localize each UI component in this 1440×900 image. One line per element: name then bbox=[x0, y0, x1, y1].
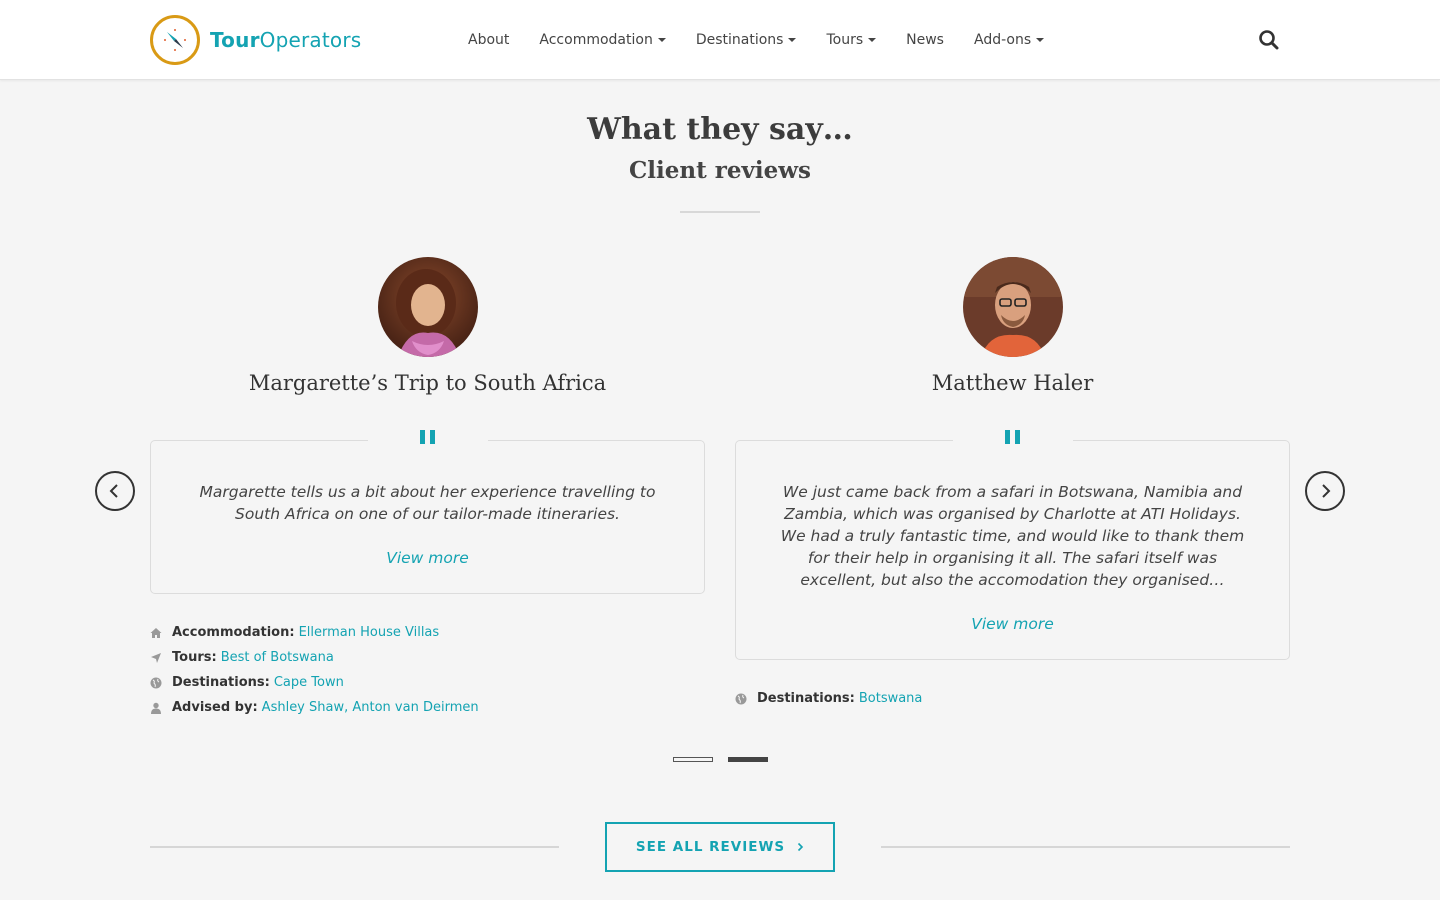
review-quote: Margarette tells us a bit about her expe… bbox=[199, 483, 656, 523]
caret-down-icon bbox=[868, 38, 877, 42]
review-meta: Destinations: Botswana bbox=[735, 686, 1290, 711]
nav-news[interactable]: News bbox=[906, 32, 944, 48]
compass-icon bbox=[150, 15, 200, 65]
carousel-dot-1[interactable] bbox=[673, 757, 713, 762]
site-logo[interactable]: TourOperators bbox=[150, 15, 361, 65]
divider bbox=[150, 846, 559, 848]
caret-down-icon bbox=[657, 38, 666, 42]
caret-down-icon bbox=[788, 38, 797, 42]
carousel-prev-button[interactable] bbox=[95, 471, 135, 511]
quote-icon bbox=[952, 427, 1073, 451]
section-subtitle: Client reviews bbox=[628, 157, 811, 184]
globe-icon bbox=[735, 693, 747, 704]
search-icon[interactable] bbox=[1258, 29, 1280, 51]
see-all-reviews-button[interactable]: SEE ALL REVIEWS bbox=[605, 822, 835, 872]
nav-destinations[interactable]: Destinations bbox=[696, 32, 797, 48]
site-header: TourOperators About Accommodation Destin… bbox=[0, 0, 1440, 80]
caret-down-icon bbox=[1036, 38, 1045, 42]
chevron-left-icon bbox=[109, 484, 118, 498]
carousel-dot-2-active[interactable] bbox=[728, 757, 768, 762]
logo-text: TourOperators bbox=[210, 28, 362, 52]
meta-destinations: Destinations: Botswana bbox=[735, 686, 1290, 711]
meta-tours: Tours: Best of Botswana bbox=[150, 645, 705, 670]
review-meta: Accommodation: Ellerman House Villas Tou… bbox=[150, 620, 705, 720]
avatar bbox=[377, 257, 478, 357]
chevron-right-icon bbox=[798, 842, 804, 852]
meta-destinations: Destinations: Cape Town bbox=[150, 670, 705, 695]
home-icon bbox=[150, 627, 162, 638]
divider bbox=[680, 211, 760, 213]
carousel-next-button[interactable] bbox=[1305, 471, 1345, 511]
quote-icon bbox=[367, 427, 488, 451]
meta-advisor: Advised by: Ashley Shaw, Anton van Deirm… bbox=[150, 695, 705, 720]
chevron-right-icon bbox=[1322, 484, 1331, 498]
globe-icon bbox=[150, 677, 162, 688]
nav-about[interactable]: About bbox=[468, 32, 509, 48]
review-quote-box: We just came back from a safari in Botsw… bbox=[735, 427, 1290, 660]
review-card: Matthew Haler We just came back from a s… bbox=[735, 257, 1290, 711]
meta-accommodation: Accommodation: Ellerman House Villas bbox=[150, 620, 705, 645]
plane-icon bbox=[151, 652, 161, 663]
nav-accommodation[interactable]: Accommodation bbox=[539, 32, 666, 48]
destination-link[interactable]: Botswana bbox=[859, 691, 923, 706]
view-more-link[interactable]: View more bbox=[386, 549, 469, 567]
section-title: What they say… bbox=[587, 112, 853, 147]
review-title: Margarette’s Trip to South Africa bbox=[248, 371, 607, 395]
tour-link[interactable]: Best of Botswana bbox=[221, 650, 334, 665]
view-more-link[interactable]: View more bbox=[971, 615, 1054, 633]
divider bbox=[881, 846, 1290, 848]
destination-link[interactable]: Cape Town bbox=[274, 675, 344, 690]
nav-tours[interactable]: Tours bbox=[826, 32, 877, 48]
review-card: Margarette’s Trip to South Africa Margar… bbox=[150, 257, 705, 720]
advisor-link[interactable]: Ashley Shaw, Anton van Deirmen bbox=[262, 700, 479, 715]
review-quote: We just came back from a safari in Botsw… bbox=[780, 483, 1245, 589]
review-quote-box: Margarette tells us a bit about her expe… bbox=[150, 427, 705, 594]
nav-add-ons[interactable]: Add-ons bbox=[974, 32, 1045, 48]
review-title: Matthew Haler bbox=[931, 371, 1094, 395]
main-nav: About Accommodation Destinations Tours N… bbox=[468, 0, 1074, 80]
accommodation-link[interactable]: Ellerman House Villas bbox=[299, 625, 440, 640]
user-icon bbox=[151, 702, 161, 714]
avatar bbox=[962, 257, 1063, 357]
